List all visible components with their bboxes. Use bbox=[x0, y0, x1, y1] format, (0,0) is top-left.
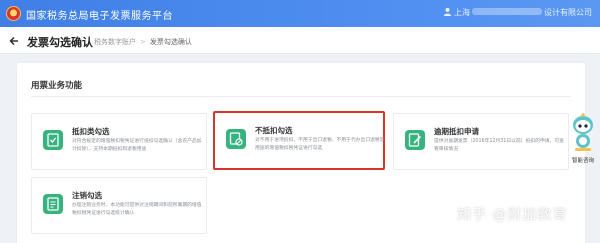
user-icon bbox=[443, 7, 452, 16]
card-description: 对符合规定的增值税扣税凭证进行抵扣勾选确认（含农产品加计扣除），支持本期抵扣和退… bbox=[72, 139, 202, 152]
document-check-icon bbox=[43, 130, 63, 150]
page-title: 发票勾选确认 bbox=[27, 36, 93, 49]
redacted-name bbox=[472, 8, 542, 15]
assistant-label: 智能咨询 bbox=[571, 158, 594, 164]
smart-consult-assistant[interactable]: 智能咨询 bbox=[566, 112, 600, 170]
robot-assistant-icon bbox=[573, 113, 593, 151]
tax-emblem-logo bbox=[6, 6, 21, 21]
section-title: 用票业务功能 bbox=[31, 81, 83, 91]
card-description: 对不用于进项抵扣、不用于出口退税、不用于代办出口退税等用途的增值税扣税凭证进行勾… bbox=[255, 138, 385, 151]
card-title: 逾期抵扣申请 bbox=[434, 127, 479, 136]
card-description: 办理注销业务时，本功能可提供对注销期间和前所属期的增值税扣税凭证进行勾选统计确认 bbox=[72, 203, 202, 216]
user-account-menu[interactable]: 上海 设计有限公司 bbox=[443, 7, 592, 18]
back-arrow-icon[interactable] bbox=[9, 36, 19, 46]
card-deduction-selection[interactable]: 抵扣类勾选 对符合规定的增值税扣税凭证进行抵扣勾选确认（含农产品加计扣除），支持… bbox=[31, 113, 207, 170]
zhihu-watermark: 知乎 @财加教育 bbox=[457, 207, 568, 223]
card-deregistration-selection[interactable]: 注销勾选 办理注销业务时，本功能可提供对注销期间和前所属期的增值税扣税凭证进行勾… bbox=[31, 177, 207, 234]
card-title: 不抵扣勾选 bbox=[255, 126, 293, 135]
page-header: 发票勾选确认 税务数字账户 > 发票勾选确认 bbox=[0, 27, 600, 54]
document-list-icon bbox=[43, 194, 63, 214]
breadcrumb-separator: > bbox=[140, 38, 146, 46]
card-non-deduction-selection[interactable]: 不抵扣勾选 对不用于进项抵扣、不用于出口退税、不用于代办出口退税等用途的增值税扣… bbox=[213, 111, 385, 170]
user-name-suffix: 设计有限公司 bbox=[544, 8, 592, 17]
card-description: 提供对逾期发票（2016年12月31日以前）抵扣的申请，可查看审核情况 bbox=[434, 139, 564, 152]
app-title: 国家税务总局电子发票服务平台 bbox=[26, 11, 173, 22]
breadcrumb-item-current: 发票勾选确认 bbox=[149, 38, 192, 46]
card-title: 抵扣类勾选 bbox=[72, 127, 110, 136]
card-title: 注销勾选 bbox=[72, 191, 102, 200]
breadcrumb-item-account[interactable]: 税务数字账户 bbox=[94, 38, 136, 46]
divider bbox=[31, 96, 571, 97]
document-edit-icon bbox=[405, 130, 425, 150]
document-block-icon bbox=[226, 129, 246, 149]
breadcrumb: 税务数字账户 > 发票勾选确认 bbox=[94, 37, 192, 47]
top-bar: 国家税务总局电子发票服务平台 上海 设计有限公司 bbox=[0, 0, 600, 27]
user-name-prefix: 上海 bbox=[454, 8, 470, 17]
card-overdue-deduction-application[interactable]: 逾期抵扣申请 提供对逾期发票（2016年12月31日以前）抵扣的申请，可查看审核… bbox=[393, 113, 569, 170]
